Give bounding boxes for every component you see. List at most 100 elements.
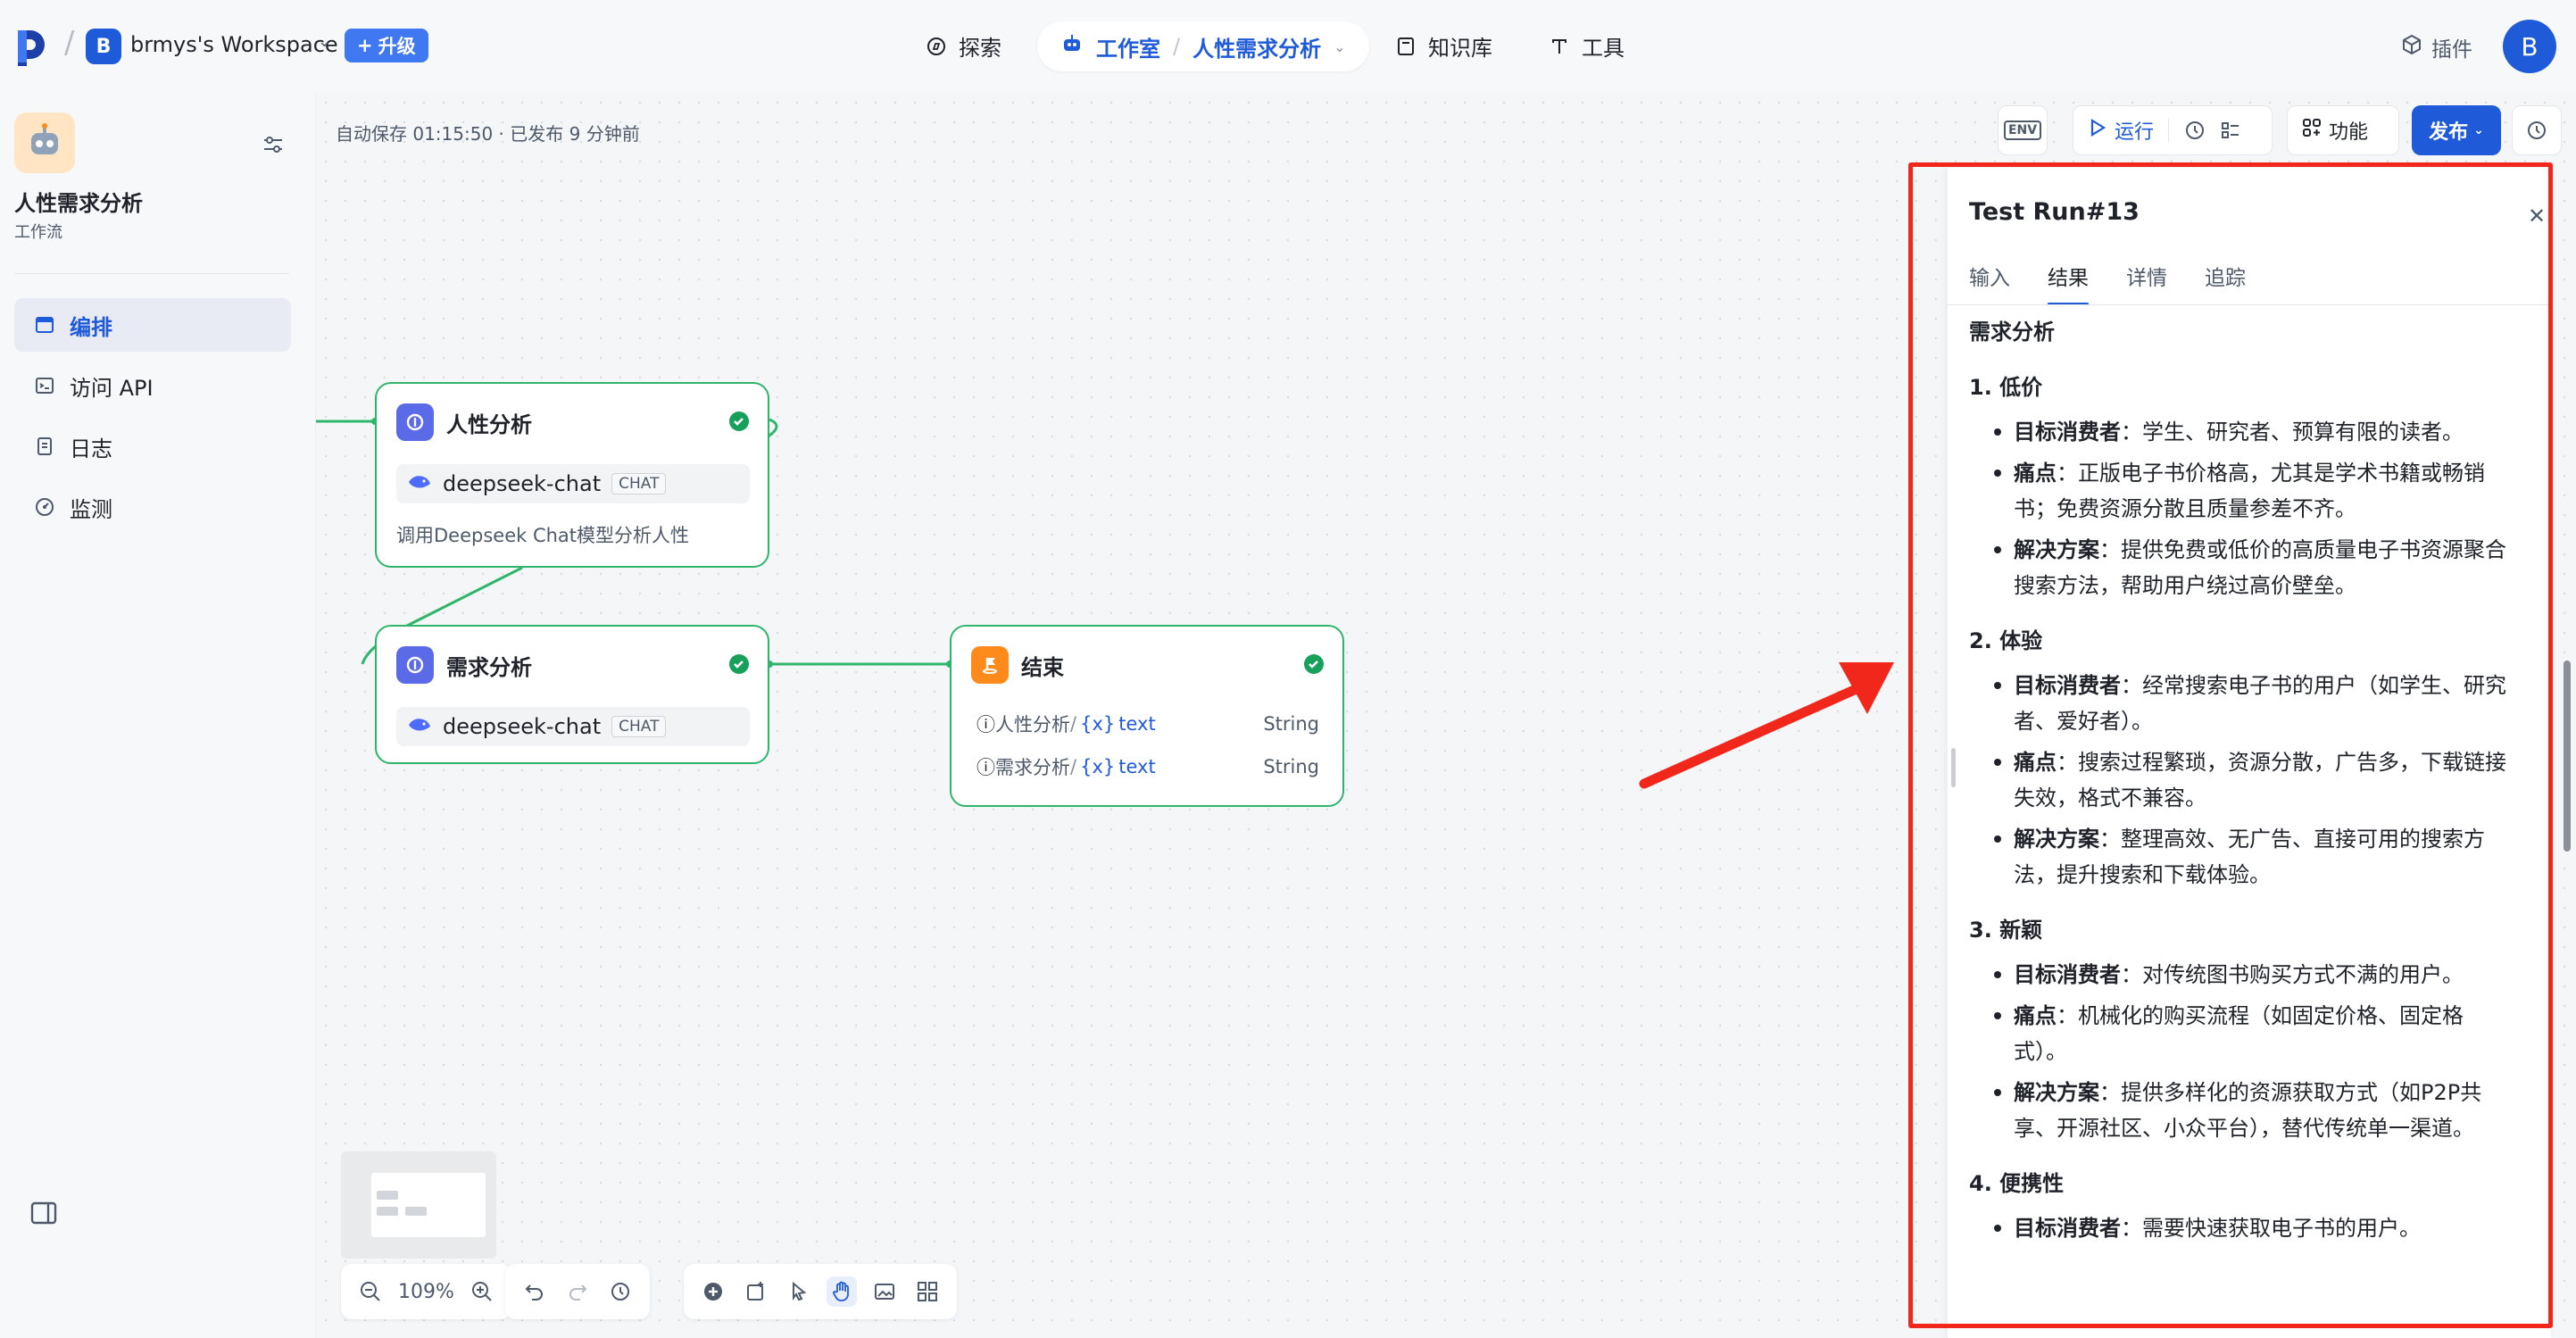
monitor-icon [34,496,55,518]
user-avatar[interactable]: B [2503,20,2556,73]
organize-icon[interactable] [912,1276,943,1307]
features-button[interactable]: 功能 [2287,105,2399,155]
run-label: 运行 [2115,121,2155,144]
run-history-icon[interactable] [2180,115,2210,145]
brand-logo-icon[interactable] [14,27,50,66]
checklist-icon[interactable] [2215,115,2246,145]
minimap-node [405,1207,427,1216]
robot-icon [1060,32,1084,61]
zoom-in-icon[interactable] [467,1276,497,1307]
tool-icon [1548,35,1571,58]
chevron-down-icon[interactable]: ⌄ [1334,38,1345,55]
history-icon[interactable] [605,1276,636,1307]
annotation-highlight-box [1908,162,2553,1328]
success-check-icon [1304,654,1324,674]
node-title: 结束 [1021,654,1064,680]
upgrade-label: 升级 [378,36,416,57]
terminal-icon [34,375,55,396]
run-button[interactable]: 运行 [2073,116,2168,145]
sidebar-item-label: 监测 [70,496,112,522]
sidebar-divider [14,273,289,274]
version-history-button[interactable] [2512,105,2562,155]
layout-icon [34,314,55,336]
sidebar-item-orchestrate[interactable]: 编排 [14,298,291,352]
minimap-viewport[interactable] [371,1173,486,1237]
nav-explore-label: 探索 [959,36,1001,61]
env-button[interactable]: ENV [1998,105,2048,155]
nav-knowledge[interactable]: 知识库 [1394,30,1492,62]
canvas-tools [684,1264,957,1319]
sidebar-toggle-icon[interactable] [30,1201,57,1225]
variable-icon: {x} [1080,713,1116,735]
sidebar-item-label: 日志 [70,436,112,461]
llm-small-icon: ⓘ [976,757,995,778]
nav-tools[interactable]: 工具 [1548,30,1625,62]
node-title: 需求分析 [446,654,532,680]
run-controls: 运行 [2073,105,2273,155]
play-icon [2088,118,2107,143]
minimap-node [377,1207,398,1216]
pointer-icon[interactable] [784,1276,814,1307]
book-icon [1394,35,1417,58]
llm-node-icon [396,646,434,684]
sidebar-item-api[interactable]: 访问 API [14,359,291,412]
undo-icon[interactable] [519,1276,550,1307]
output-type: String [1263,756,1319,777]
success-check-icon [729,654,749,674]
app-subtitle: 工作流 [14,223,62,242]
nav-studio-pill[interactable]: 工作室 / 人性需求分析 ⌄ [1037,21,1369,71]
output-variable: text [1118,713,1156,735]
export-image-icon[interactable] [869,1276,900,1307]
app-title: 人性需求分析 [14,191,143,216]
add-node-icon[interactable] [698,1276,728,1307]
model-selector[interactable]: deepseek-chat CHAT [396,707,750,746]
path-separator: / [1070,713,1077,735]
model-selector[interactable]: deepseek-chat CHAT [396,464,750,503]
node-header: 人性分析 [396,403,532,441]
model-tag: CHAT [611,473,667,494]
publish-button[interactable]: 发布 ⌄ [2412,105,2501,155]
compass-icon [925,35,948,58]
workspace-avatar[interactable]: B [86,29,121,64]
canvas-minimap[interactable] [341,1151,496,1259]
node-title: 人性分析 [446,411,532,437]
redo-icon[interactable] [562,1276,593,1307]
publish-label: 发布 [2429,121,2469,144]
output-source: 需求分析 [995,757,1070,778]
end-flag-icon [971,646,1009,684]
env-icon: ENV [2003,121,2042,140]
nav-knowledge-label: 知识库 [1428,36,1492,61]
hand-icon[interactable] [827,1276,857,1307]
workspace-name[interactable]: brmys's Workspace [130,32,338,57]
plugin-button[interactable]: 插件 [2401,32,2472,62]
end-output-row: ⓘ 人性分析 / {x} text String [976,711,1319,737]
features-label: 功能 [2329,121,2369,144]
zoom-out-icon[interactable] [355,1276,386,1307]
nav-studio-label[interactable]: 工作室 [1096,31,1160,62]
nav-explore[interactable]: 探索 [925,30,1001,62]
workflow-node-demand-analysis[interactable]: 需求分析 deepseek-chat CHAT [375,625,769,764]
autosave-status: 自动保存 01:15:50 · 已发布 9 分钟前 [336,123,640,145]
add-note-icon[interactable] [741,1276,771,1307]
panel-scrollbar[interactable] [2564,661,2571,852]
zoom-level[interactable]: 109% [398,1281,454,1303]
workflow-node-end[interactable]: 结束 ⓘ 人性分析 / {x} text String ⓘ 需求分析 / {x}… [950,625,1344,807]
settings-sliders-icon[interactable] [261,132,286,157]
path-separator: / [1070,756,1077,777]
history-controls [505,1264,650,1319]
model-tag: CHAT [611,716,667,737]
sidebar-item-monitor[interactable]: 监测 [14,480,291,534]
success-check-icon [729,411,749,431]
workflow-node-human-analysis[interactable]: 人性分析 deepseek-chat CHAT 调用Deepseek Chat模… [375,382,769,568]
upgrade-button[interactable]: + 升级 [345,29,428,62]
cube-icon [2401,34,2422,61]
whale-icon [407,714,432,739]
chevron-down-icon[interactable]: ⌄ [318,32,331,51]
model-name: deepseek-chat [443,714,602,739]
divider [2168,119,2170,142]
nav-project-label[interactable]: 人性需求分析 [1192,31,1321,62]
sidebar-item-logs[interactable]: 日志 [14,420,291,473]
nav-separator: / [1173,34,1181,59]
output-source: 人性分析 [995,714,1070,735]
features-inner: 功能 [2288,116,2382,145]
